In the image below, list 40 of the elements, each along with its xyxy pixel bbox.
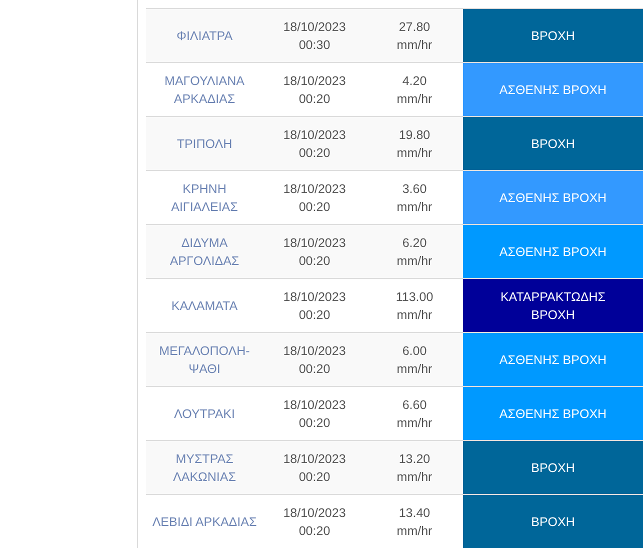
station-name: ΛΟΥΤΡΑΚΙ [174, 406, 235, 422]
status-cell: ΑΣΘΕΝΗΣ ΒΡΟΧΗ [463, 387, 643, 440]
rainfall-rate: 13.40 mm/hr [396, 504, 432, 540]
date-time: 18/10/2023 00:20 [283, 396, 346, 432]
status-cell: ΚΑΤΑΡΡΑΚΤΩΔΗΣ ΒΡΟΧΗ [463, 279, 643, 332]
date-time: 18/10/2023 00:20 [283, 180, 346, 216]
status-cell: ΑΣΘΕΝΗΣ ΒΡΟΧΗ [463, 333, 643, 386]
status-cell: ΑΣΘΕΝΗΣ ΒΡΟΧΗ [463, 225, 643, 278]
date-time: 18/10/2023 00:20 [283, 234, 346, 270]
status-cell: ΑΣΘΕΝΗΣ ΒΡΟΧΗ [463, 171, 643, 224]
station-name: ΦΙΛΙΑΤΡΑ [176, 28, 233, 44]
date-time: 18/10/2023 00:20 [283, 450, 346, 486]
status-cell: ΒΡΟΧΗ [463, 117, 643, 170]
status-cell: ΑΣΘΕΝΗΣ ΒΡΟΧΗ [463, 63, 643, 116]
rainfall-rate: 27.80 mm/hr [396, 18, 432, 54]
date-time: 18/10/2023 00:20 [283, 288, 346, 324]
date-time: 18/10/2023 00:30 [283, 18, 346, 54]
station-name: ΜΥΣΤΡΑΣ ΛΑΚΩΝΙΑΣ [172, 450, 237, 486]
station-name: ΜΕΓΑΛΟΠΟΛΗ-ΨΑΘΙ [158, 342, 251, 378]
rainfall-rate: 13.20 mm/hr [396, 450, 432, 486]
rainfall-rate: 4.20 mm/hr [396, 72, 432, 108]
station-name: ΤΡΙΠΟΛΗ [176, 136, 232, 152]
station-name: ΜΑΓΟΥΛΙΑΝΑ ΑΡΚΑΔΙΑΣ [164, 72, 246, 108]
rainfall-rate: 6.00 mm/hr [396, 342, 432, 378]
station-name: ΔΙΔΥΜΑ ΑΡΓΟΛΙΔΑΣ [168, 234, 240, 270]
date-time: 18/10/2023 00:20 [283, 126, 346, 162]
date-time: 18/10/2023 00:20 [283, 342, 346, 378]
date-time: 18/10/2023 00:20 [283, 504, 346, 540]
rainfall-rate: 6.60 mm/hr [396, 396, 432, 432]
rainfall-rate: 113.00 mm/hr [396, 288, 434, 324]
status-cell: ΒΡΟΧΗ [463, 9, 643, 62]
rainfall-rate: 19.80 mm/hr [396, 126, 432, 162]
date-time: 18/10/2023 00:20 [283, 72, 346, 108]
station-name: ΚΡΗΝΗ ΑΙΓΙΑΛΕΙΑΣ [170, 180, 239, 216]
rainfall-rate: 3.60 mm/hr [396, 180, 432, 216]
rainfall-rate: 6.20 mm/hr [396, 234, 432, 270]
station-name: ΚΑΛΑΜΑΤΑ [171, 298, 238, 314]
station-name: ΛΕΒΙΔΙ ΑΡΚΑΔΙΑΣ [152, 514, 257, 530]
status-cell: ΒΡΟΧΗ [463, 441, 643, 494]
status-cell: ΒΡΟΧΗ [463, 495, 643, 548]
